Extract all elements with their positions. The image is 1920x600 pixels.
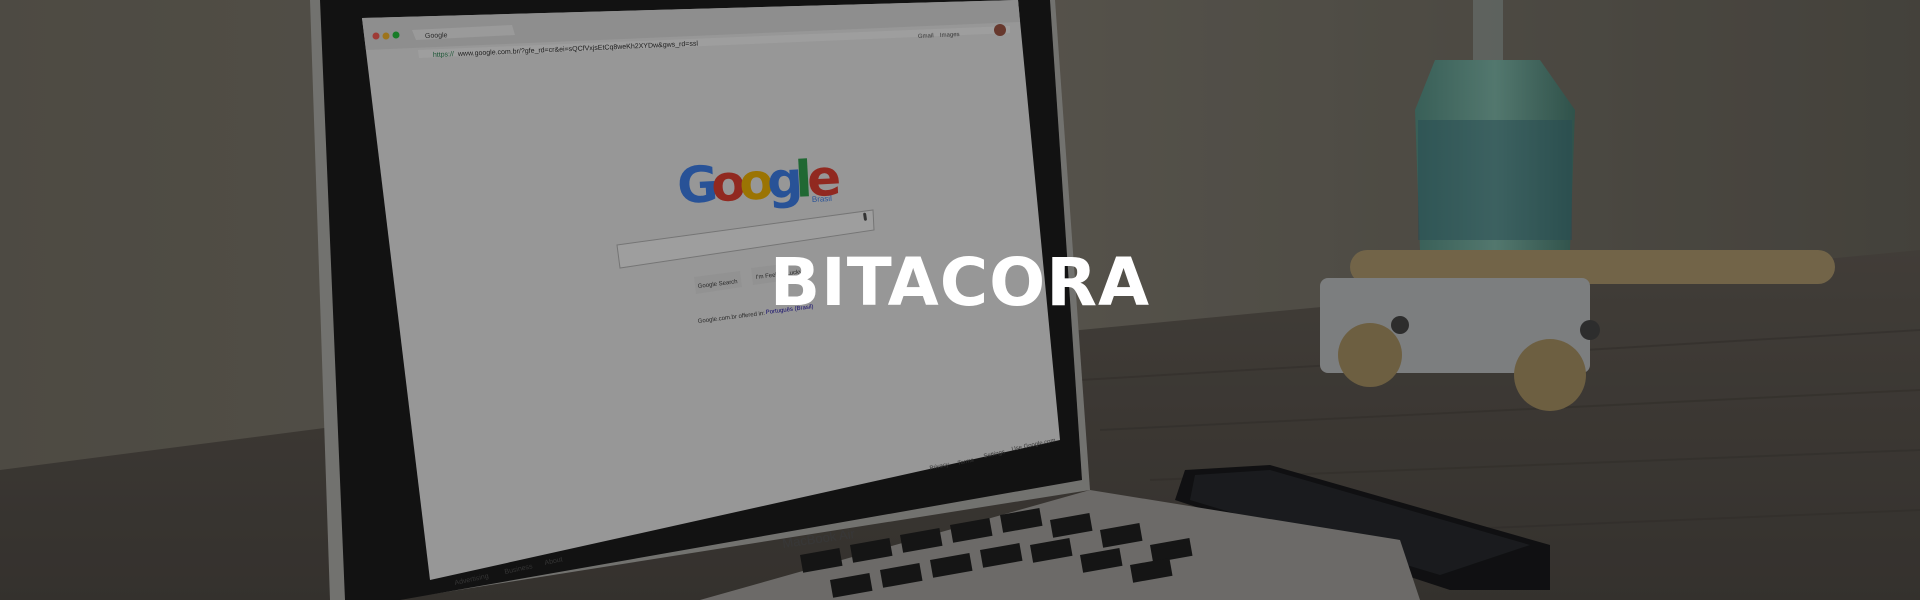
page-title: BITACORA (769, 244, 1151, 321)
hero-banner: MacBook Air Google https:// www.google.c… (0, 0, 1920, 600)
